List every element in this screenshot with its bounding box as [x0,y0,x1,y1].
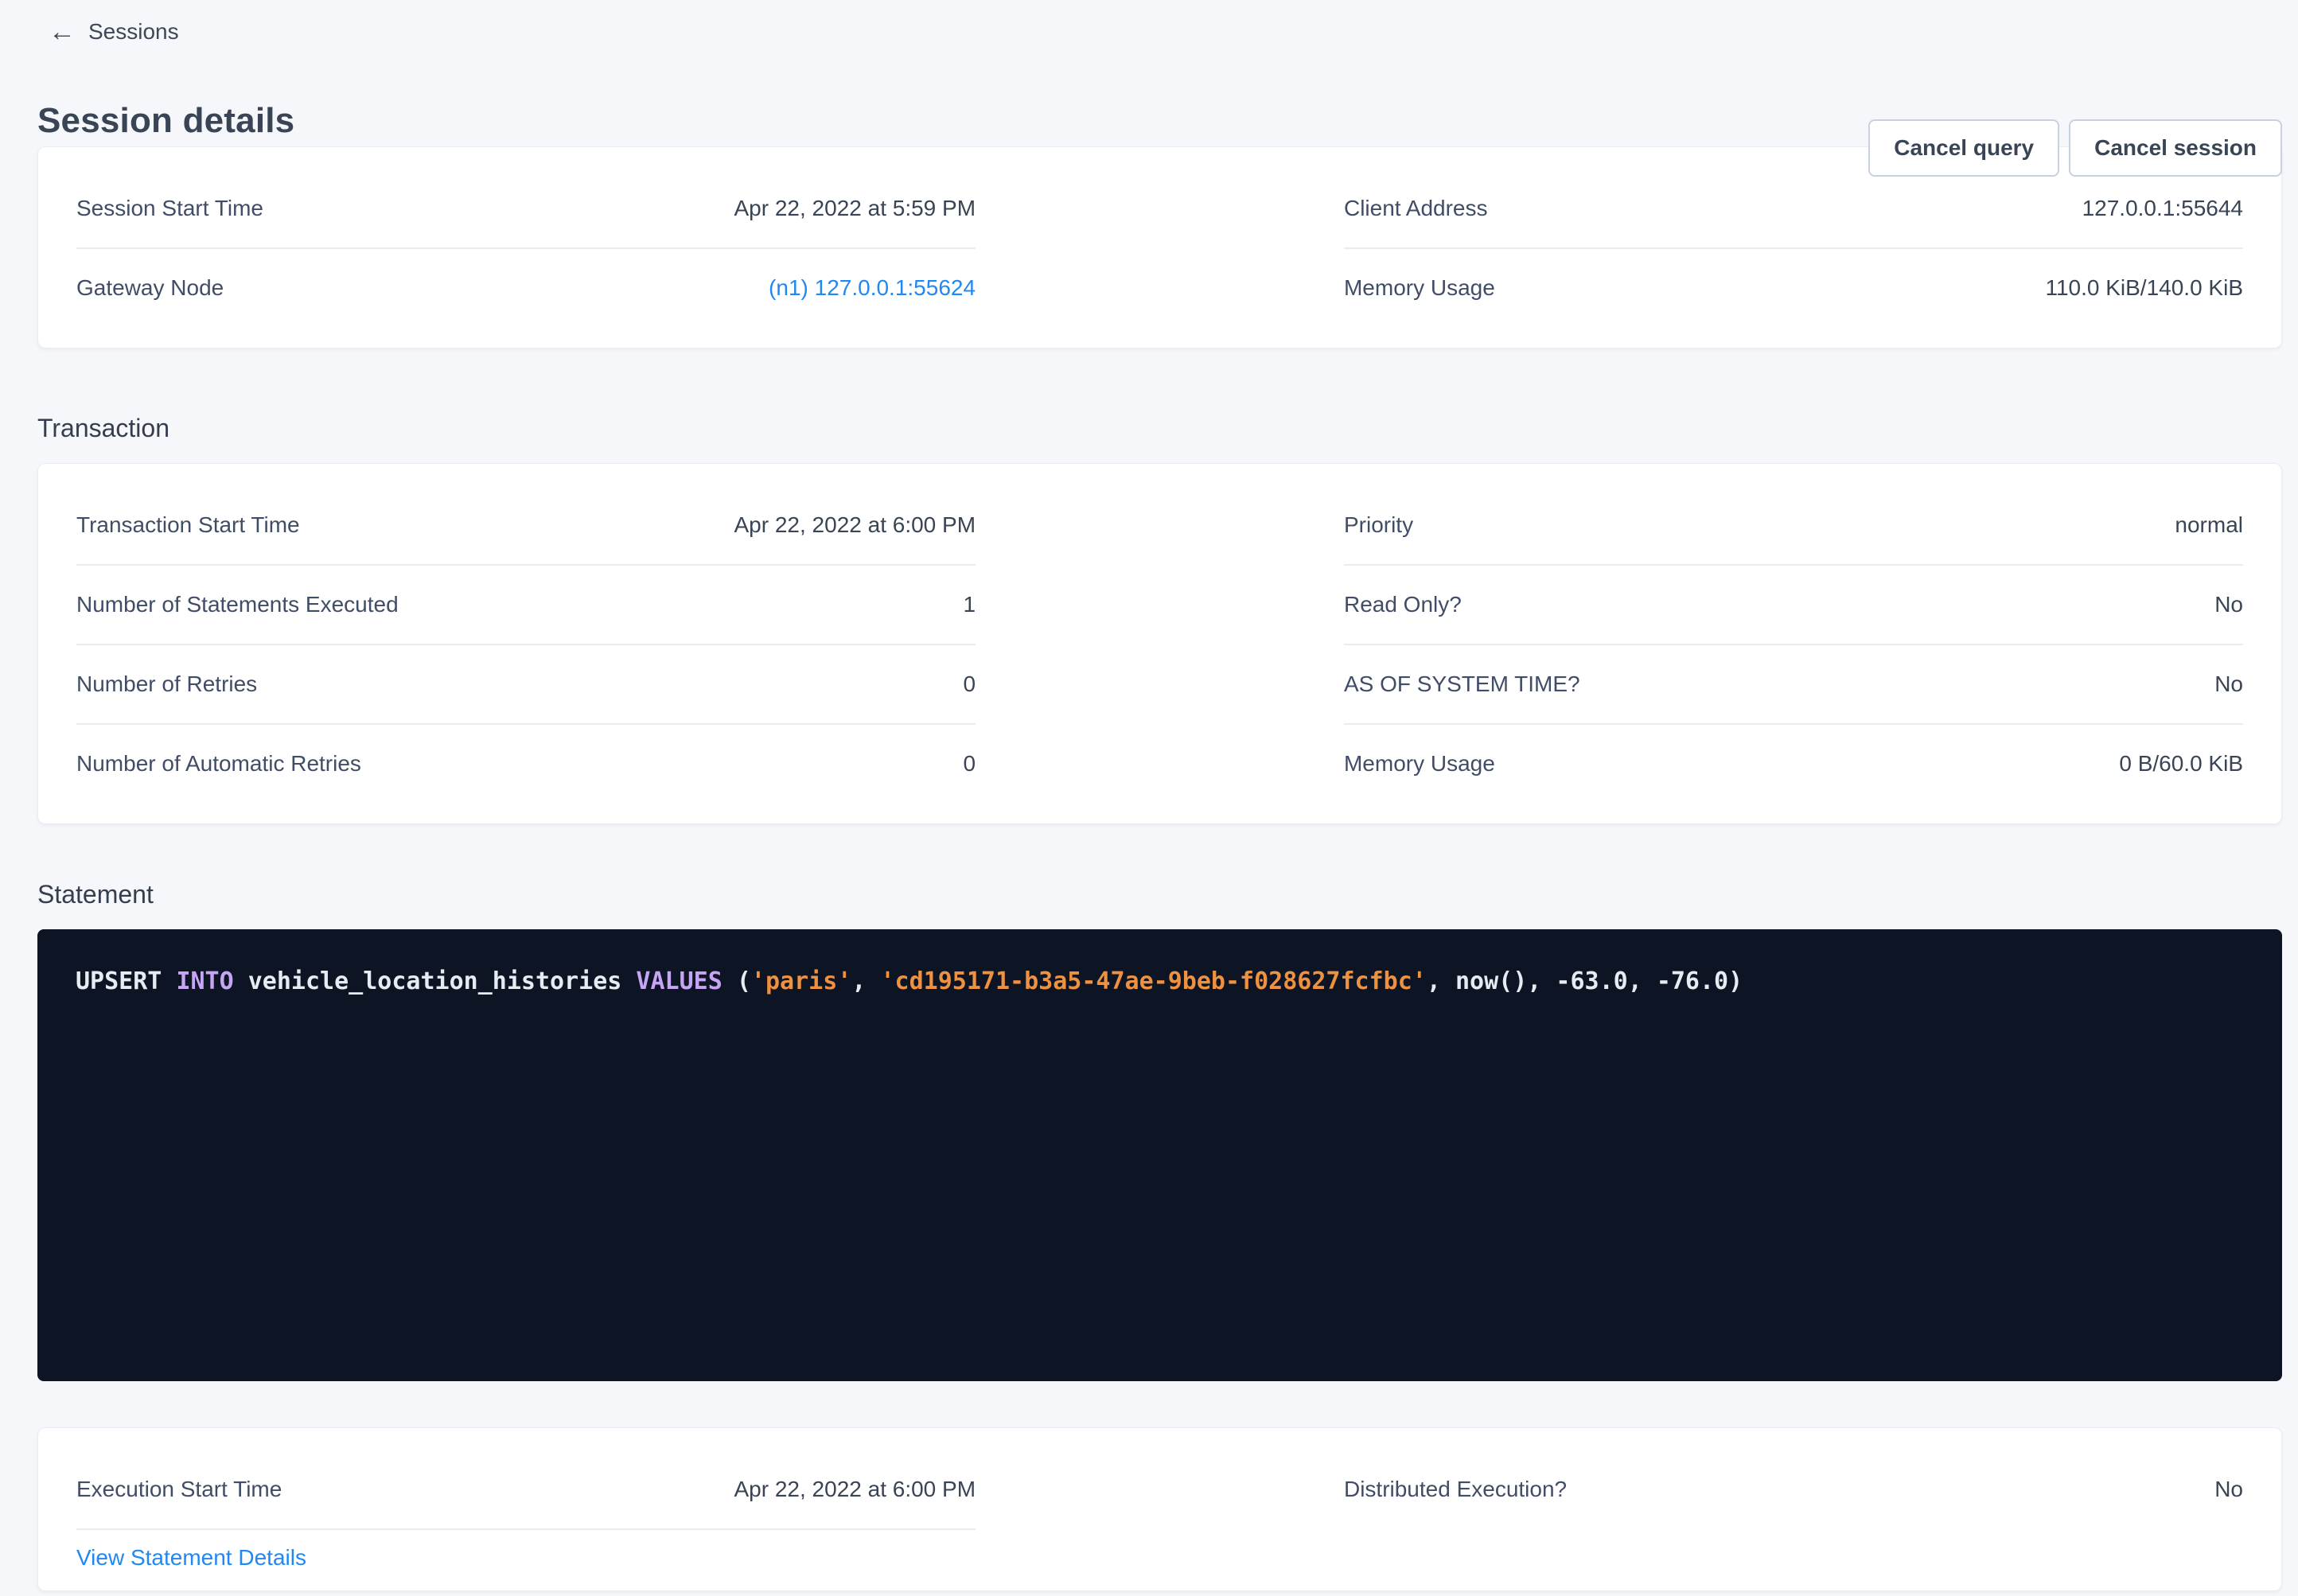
transaction-card-right-column: Priority normal Read Only? No AS OF SYST… [1344,486,2243,803]
row-value: 127.0.0.1:55644 [2082,197,2243,220]
row-transaction-start-time: Transaction Start Time Apr 22, 2022 at 6… [76,486,976,566]
row-label: Distributed Execution? [1344,1478,1567,1501]
row-priority: Priority normal [1344,486,2243,566]
sql-token: vehicle_location_histories [234,967,637,995]
row-label: Session Start Time [76,197,263,220]
row-automatic-retries: Number of Automatic Retries 0 [76,725,976,803]
row-read-only: Read Only? No [1344,566,2243,645]
header-actions: Cancel query Cancel session [1868,119,2282,177]
transaction-section-title: Transaction [37,412,2282,444]
cancel-session-button[interactable]: Cancel session [2069,119,2282,177]
sql-token: UPSERT [76,967,176,995]
breadcrumb-sessions-link[interactable]: Sessions [88,19,179,45]
sql-code-block: UPSERT INTO vehicle_location_histories V… [37,929,2282,1381]
sql-token: , now(), -63.0, -76.0) [1427,967,1743,995]
back-arrow-icon[interactable]: ← [49,16,76,48]
sql-token-keyword: VALUES [636,967,722,995]
row-label: Execution Start Time [76,1478,282,1501]
row-value: Apr 22, 2022 at 6:00 PM [734,514,976,536]
row-value: No [2214,594,2243,616]
row-label: Memory Usage [1344,753,1495,775]
sql-statement: UPSERT INTO vehicle_location_histories V… [76,964,2244,999]
row-value: 0 B/60.0 KiB [2119,753,2243,775]
transaction-card-left-column: Transaction Start Time Apr 22, 2022 at 6… [76,486,976,803]
row-value: Apr 22, 2022 at 5:59 PM [734,197,976,220]
session-details-page: ← Sessions Session details Cancel query … [0,0,2298,1591]
transaction-summary-card: Transaction Start Time Apr 22, 2022 at 6… [37,463,2282,824]
row-label: AS OF SYSTEM TIME? [1344,673,1580,695]
execution-summary-card: Execution Start Time Apr 22, 2022 at 6:0… [37,1427,2282,1591]
row-view-statement-details: View Statement Details [76,1530,976,1575]
row-label: Gateway Node [76,277,224,299]
row-value: No [2214,1478,2243,1501]
row-value: normal [2175,514,2243,536]
row-label: Client Address [1344,197,1488,220]
row-value: No [2214,673,2243,695]
row-transaction-memory-usage: Memory Usage 0 B/60.0 KiB [1344,725,2243,803]
view-statement-details-link[interactable]: View Statement Details [76,1541,306,1575]
breadcrumb[interactable]: ← Sessions [49,16,2282,48]
row-value: Apr 22, 2022 at 6:00 PM [734,1478,976,1501]
row-value: 0 [963,673,976,695]
page-header: Session details Cancel query Cancel sess… [37,99,2282,143]
statement-section-title: Statement [37,878,2282,910]
cancel-query-button[interactable]: Cancel query [1868,119,2059,177]
sql-token-keyword: INTO [176,967,233,995]
row-label: Priority [1344,514,1413,536]
row-as-of-system-time: AS OF SYSTEM TIME? No [1344,645,2243,725]
session-card-right-column: Client Address 127.0.0.1:55644 Memory Us… [1344,169,2243,327]
row-value: 110.0 KiB/140.0 KiB [2045,277,2243,299]
execution-card-left-column: Execution Start Time Apr 22, 2022 at 6:0… [76,1450,976,1575]
sql-token-string: 'cd195171-b3a5-47ae-9beb-f028627fcfbc' [880,967,1426,995]
row-number-of-retries: Number of Retries 0 [76,645,976,725]
row-label: Transaction Start Time [76,514,300,536]
row-label: Number of Statements Executed [76,594,399,616]
row-label: Read Only? [1344,594,1462,616]
row-value: 0 [963,753,976,775]
row-label: Number of Retries [76,673,257,695]
execution-card-right-column: Distributed Execution? No [1344,1450,2243,1575]
sql-token-string: 'paris' [751,967,851,995]
session-summary-card: Session Start Time Apr 22, 2022 at 5:59 … [37,146,2282,348]
sql-token: , [851,967,880,995]
row-statements-executed: Number of Statements Executed 1 [76,566,976,645]
gateway-node-link[interactable]: (n1) 127.0.0.1:55624 [769,277,976,299]
row-label: Memory Usage [1344,277,1495,299]
row-execution-start-time: Execution Start Time Apr 22, 2022 at 6:0… [76,1450,976,1530]
row-client-address: Client Address 127.0.0.1:55644 [1344,169,2243,249]
row-gateway-node: Gateway Node (n1) 127.0.0.1:55624 [76,249,976,327]
row-session-memory-usage: Memory Usage 110.0 KiB/140.0 KiB [1344,249,2243,327]
session-card-left-column: Session Start Time Apr 22, 2022 at 5:59 … [76,169,976,327]
row-session-start-time: Session Start Time Apr 22, 2022 at 5:59 … [76,169,976,249]
row-value: 1 [963,594,976,616]
sql-token: ( [723,967,751,995]
row-distributed-execution: Distributed Execution? No [1344,1450,2243,1528]
row-label: Number of Automatic Retries [76,753,361,775]
